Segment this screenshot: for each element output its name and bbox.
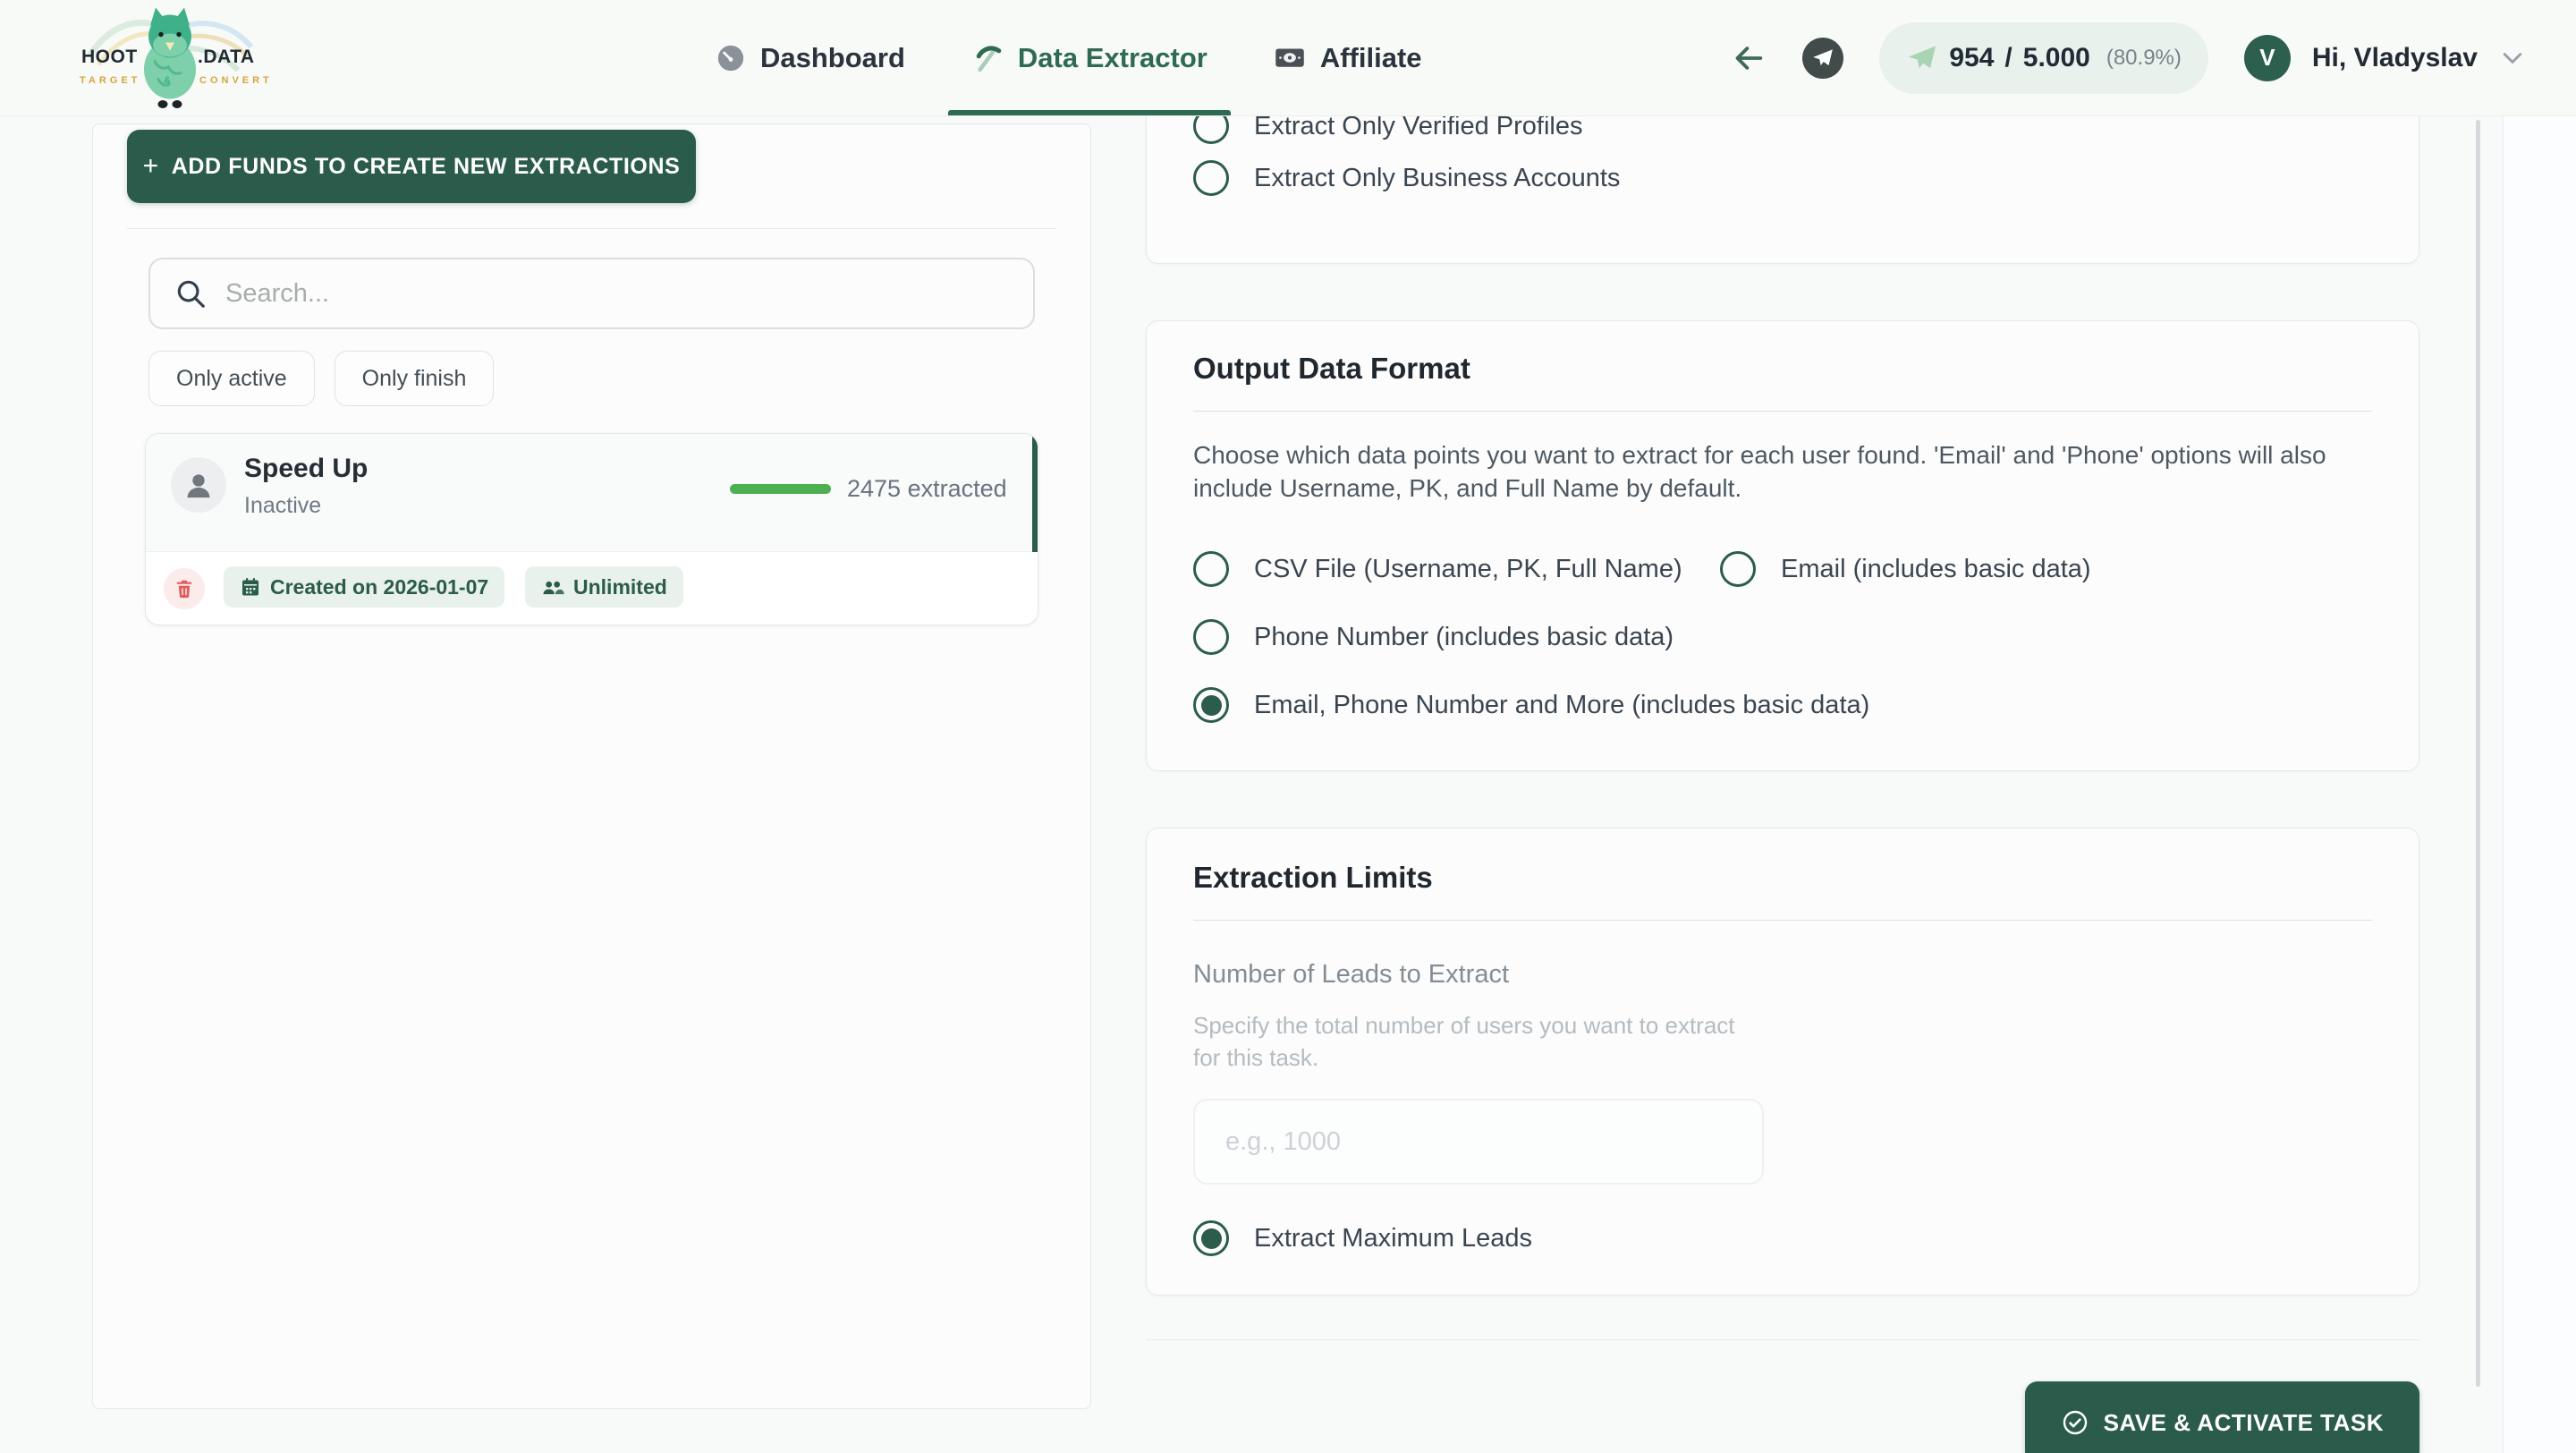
- radio-option-phone-number[interactable]: Phone Number (includes basic data): [1193, 619, 1674, 655]
- nav-tab-data-extractor[interactable]: Data Extractor: [971, 0, 1208, 115]
- person-icon: [181, 467, 216, 503]
- task-active-edge: [1032, 434, 1038, 552]
- footer-divider: [1146, 1339, 2419, 1340]
- save-activate-task-button[interactable]: SAVE & ACTIVATE TASK: [2025, 1381, 2419, 1453]
- trash-icon: [173, 577, 196, 600]
- avatar: V: [2244, 35, 2291, 81]
- logo-tagline-right: CONVERT: [199, 75, 273, 86]
- leads-count-hint: Specify the total number of users you wa…: [1193, 1009, 1766, 1074]
- search-icon: [174, 276, 208, 310]
- extraction-task-card[interactable]: Speed Up Inactive 2475 extracted: [145, 433, 1038, 625]
- users-icon: [541, 575, 564, 599]
- add-funds-label: ADD FUNDS TO CREATE NEW EXTRACTIONS: [172, 154, 681, 180]
- chevron-down-icon: [2499, 45, 2526, 72]
- nav-tab-label: Data Extractor: [1018, 42, 1208, 74]
- gauge-icon: [716, 43, 746, 73]
- radio-option-email[interactable]: Email (includes basic data): [1720, 551, 2091, 587]
- task-progress-bar: [730, 484, 831, 494]
- radio-option-label: CSV File (Username, PK, Full Name): [1254, 555, 1682, 584]
- leads-count-input[interactable]: [1193, 1099, 1764, 1185]
- radio-circle[interactable]: [1193, 160, 1229, 196]
- delete-task-button[interactable]: [164, 568, 205, 609]
- card-title: Output Data Format: [1193, 352, 2372, 386]
- filter-only-finish[interactable]: Only finish: [335, 351, 495, 406]
- divider: [1193, 920, 2372, 921]
- divider: [127, 228, 1056, 229]
- leads-count-label: Number of Leads to Extract: [1193, 960, 2372, 990]
- header: HOOT .DATA TARGET & CONVERT Dashboard: [0, 0, 2576, 116]
- radio-option-label: Phone Number (includes basic data): [1254, 623, 1674, 652]
- user-menu[interactable]: V Hi, Vladyslav: [2244, 35, 2526, 81]
- radio-circle-checked[interactable]: [1193, 1220, 1229, 1256]
- radio-circle[interactable]: [1193, 619, 1229, 655]
- pickaxe-icon: [971, 42, 1004, 74]
- radio-circle[interactable]: [1193, 551, 1229, 587]
- user-greeting: Hi, Vladyslav: [2312, 43, 2478, 73]
- task-created-badge: Created on 2026-01-07: [224, 566, 504, 608]
- radio-option-label: Email (includes basic data): [1781, 555, 2091, 584]
- logo-word-right: .DATA: [198, 47, 255, 68]
- radio-option-csv-file[interactable]: CSV File (Username, PK, Full Name): [1193, 551, 1720, 587]
- calendar-icon: [240, 576, 261, 598]
- logo-word-left: HOOT: [81, 47, 138, 68]
- balance-separator: /: [2004, 43, 2012, 73]
- task-avatar: [171, 457, 226, 513]
- radio-option-email-phone-more[interactable]: Email, Phone Number and More (includes b…: [1193, 687, 1869, 723]
- radio-option-label: Extract Maximum Leads: [1254, 1224, 1532, 1253]
- balance-percent: (80.9%): [2106, 46, 2182, 71]
- search-input[interactable]: [225, 279, 1010, 309]
- radio-option-extract-maximum-leads[interactable]: Extract Maximum Leads: [1193, 1220, 2372, 1256]
- add-funds-button[interactable]: + ADD FUNDS TO CREATE NEW EXTRACTIONS: [127, 130, 696, 203]
- card-description: Choose which data points you want to ext…: [1193, 438, 2372, 505]
- filter-only-active[interactable]: Only active: [148, 351, 315, 406]
- logo-tagline-left: TARGET: [80, 75, 140, 86]
- radio-option-label: Extract Only Business Accounts: [1254, 164, 1620, 193]
- divider: [1193, 411, 2372, 412]
- task-extracted-count: 2475 extracted: [847, 475, 1007, 503]
- telegram-button[interactable]: [1802, 38, 1843, 79]
- scrollbar-thumb[interactable]: [2476, 120, 2480, 1387]
- radio-circle[interactable]: [1720, 551, 1756, 587]
- task-card-header: Speed Up Inactive 2475 extracted: [146, 434, 1038, 552]
- task-status: Inactive: [244, 493, 321, 519]
- paper-plane-icon: [1906, 42, 1938, 74]
- balance-pill[interactable]: 954 / 5.000 (80.9%): [1879, 22, 2208, 94]
- logo[interactable]: HOOT .DATA TARGET & CONVERT: [76, 0, 268, 116]
- balance-used: 954: [1949, 43, 1994, 73]
- nav-tab-label: Dashboard: [760, 42, 905, 74]
- nav-tab-affiliate[interactable]: Affiliate: [1274, 0, 1422, 115]
- output-data-format-card: Output Data Format Choose which data poi…: [1146, 320, 2419, 771]
- plus-icon: +: [143, 151, 159, 182]
- radio-option-label: Email, Phone Number and More (includes b…: [1254, 691, 1869, 720]
- search-field: [148, 258, 1035, 329]
- task-card-footer: Created on 2026-01-07 Unlimited: [146, 552, 1038, 625]
- radio-option-business-accounts[interactable]: Extract Only Business Accounts: [1193, 160, 2372, 196]
- telegram-icon: [1811, 47, 1835, 70]
- save-button-label: SAVE & ACTIVATE TASK: [2104, 1409, 2384, 1437]
- task-limit-label: Unlimited: [573, 575, 667, 599]
- task-limit-badge: Unlimited: [525, 566, 683, 608]
- main-nav: Dashboard Data Extractor Affiliate: [716, 0, 1422, 115]
- nav-tab-dashboard[interactable]: Dashboard: [716, 0, 905, 115]
- scrollbar-gutter: [2503, 116, 2576, 1453]
- banknote-icon: [1274, 42, 1306, 74]
- header-right: 954 / 5.000 (80.9%) V Hi, Vladyslav: [1731, 0, 2526, 115]
- page-root: Extract Only Verified Profiles Extract O…: [0, 0, 2576, 1453]
- arrow-left-icon: [1731, 40, 1767, 76]
- balance-total: 5.000: [2023, 43, 2090, 73]
- task-created-label: Created on 2026-01-07: [270, 575, 488, 599]
- card-title: Extraction Limits: [1193, 861, 2372, 895]
- chip-label: Only finish: [362, 366, 467, 392]
- nav-tab-label: Affiliate: [1320, 42, 1422, 74]
- logo-tagline-amp: &: [164, 75, 174, 86]
- back-button[interactable]: [1731, 40, 1767, 76]
- task-name: Speed Up: [244, 454, 368, 484]
- extraction-limits-card: Extraction Limits Number of Leads to Ext…: [1146, 828, 2419, 1296]
- check-circle-icon: [2061, 1408, 2089, 1437]
- extractions-list-panel: + ADD FUNDS TO CREATE NEW EXTRACTIONS On…: [92, 123, 1091, 1409]
- radio-circle-checked[interactable]: [1193, 687, 1229, 723]
- chip-label: Only active: [176, 366, 287, 392]
